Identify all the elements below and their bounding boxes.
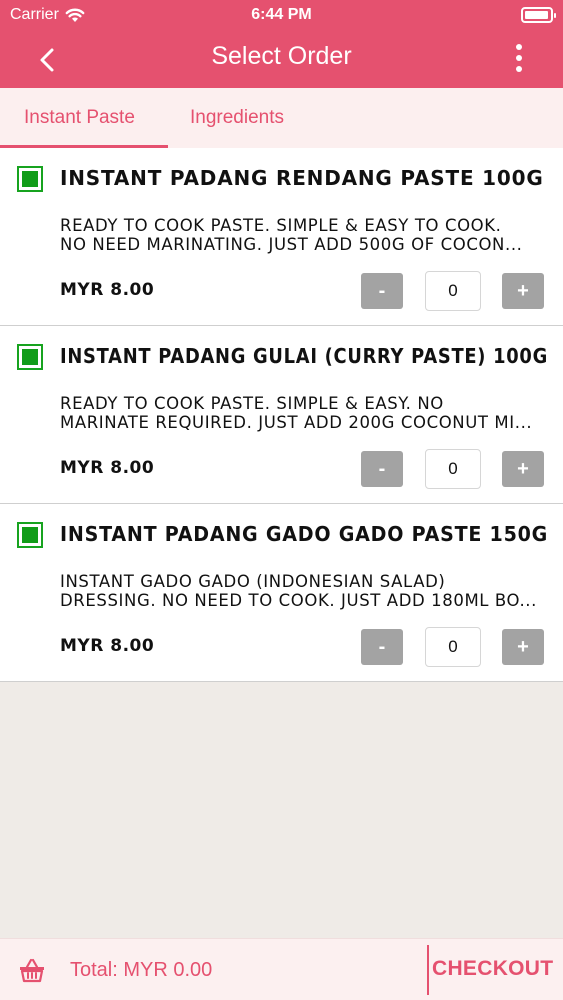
decrement-button[interactable]: -	[361, 629, 403, 665]
increment-button[interactable]: +	[502, 629, 544, 665]
product-list: INSTANT PADANG RENDANG PASTE 100G READY …	[0, 148, 563, 682]
more-options-button[interactable]	[511, 42, 527, 74]
app-header: Carrier 6:44 PM Select Order	[0, 0, 563, 88]
quantity-field[interactable]: 0	[425, 449, 481, 489]
product-item: INSTANT PADANG GULAI (CURRY PASTE) 100G …	[0, 326, 563, 504]
checkbox-icon[interactable]	[17, 522, 43, 548]
battery-fill	[525, 11, 548, 19]
basket-icon	[20, 958, 44, 983]
checkbox-icon[interactable]	[17, 166, 43, 192]
product-name: INSTANT PADANG GULAI (CURRY PASTE) 100G	[60, 344, 548, 368]
checkbox-fill	[22, 171, 38, 187]
more-vertical-icon	[516, 54, 522, 61]
decrement-button[interactable]: -	[361, 451, 403, 487]
product-name: INSTANT PADANG RENDANG PASTE 100G	[60, 166, 544, 190]
increment-button[interactable]: +	[502, 273, 544, 309]
quantity-stepper: - 0 +	[361, 449, 545, 489]
nav-bar: Select Order	[0, 30, 563, 88]
basket-button[interactable]	[18, 956, 46, 984]
checkbox-fill	[22, 527, 38, 543]
checkbox-fill	[22, 349, 38, 365]
product-description-line: NO NEED MARINATING. JUST ADD 500G OF COC…	[60, 235, 523, 254]
quantity-stepper: - 0 +	[361, 271, 545, 311]
tab-ingredients[interactable]: Ingredients	[168, 88, 308, 148]
page-title: Select Order	[211, 42, 352, 70]
order-footer: Total: MYR 0.00 CHECKOUT	[0, 938, 563, 1000]
product-item: INSTANT PADANG RENDANG PASTE 100G READY …	[0, 148, 563, 326]
category-tabs: Instant Paste Ingredients	[0, 88, 563, 148]
battery-icon	[521, 7, 556, 23]
product-price: MYR 8.00	[60, 280, 155, 300]
product-name: INSTANT PADANG GADO GADO PASTE 150G	[60, 522, 549, 546]
increment-button[interactable]: +	[502, 451, 544, 487]
decrement-button[interactable]: -	[361, 273, 403, 309]
tab-instant-paste[interactable]: Instant Paste	[0, 88, 168, 148]
quantity-field[interactable]: 0	[425, 271, 481, 311]
checkout-button[interactable]: CHECKOUT	[432, 957, 553, 981]
checkout-divider	[427, 945, 429, 995]
product-description-line: INSTANT GADO GADO (INDONESIAN SALAD)	[60, 572, 446, 591]
order-total: Total: MYR 0.00	[70, 959, 213, 981]
product-price: MYR 8.00	[60, 458, 155, 478]
quantity-field[interactable]: 0	[425, 627, 481, 667]
product-item: INSTANT PADANG GADO GADO PASTE 150G INST…	[0, 504, 563, 682]
status-bar: Carrier 6:44 PM	[0, 0, 563, 30]
quantity-stepper: - 0 +	[361, 627, 545, 667]
product-description-line: READY TO COOK PASTE. SIMPLE & EASY. NO	[60, 394, 444, 413]
product-price: MYR 8.00	[60, 636, 155, 656]
status-time: 6:44 PM	[251, 6, 312, 23]
product-description-line: MARINATE REQUIRED. JUST ADD 200G COCONUT…	[60, 413, 533, 432]
more-vertical-icon	[516, 44, 522, 51]
product-description-line: DRESSING. NO NEED TO COOK. JUST ADD 180M…	[60, 591, 537, 610]
checkbox-icon[interactable]	[17, 344, 43, 370]
product-description: READY TO COOK PASTE. SIMPLE & EASY. NO M…	[60, 394, 548, 432]
product-description-line: READY TO COOK PASTE. SIMPLE & EASY TO CO…	[60, 216, 502, 235]
product-description: INSTANT GADO GADO (INDONESIAN SALAD) DRE…	[60, 572, 548, 610]
product-description: READY TO COOK PASTE. SIMPLE & EASY TO CO…	[60, 216, 548, 254]
more-vertical-icon	[516, 65, 522, 72]
